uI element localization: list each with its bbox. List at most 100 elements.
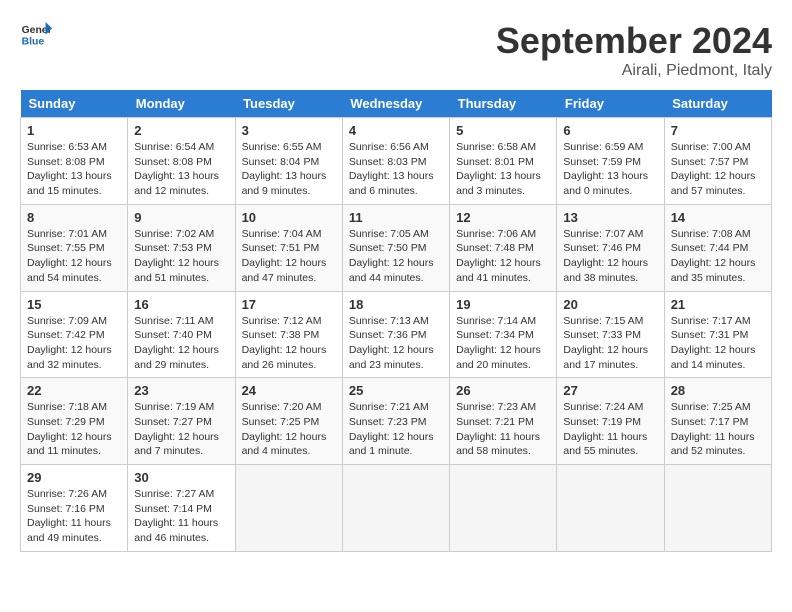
day-number: 3: [242, 123, 336, 138]
day-number: 11: [349, 210, 443, 225]
day-number: 29: [27, 470, 121, 485]
day-number: 12: [456, 210, 550, 225]
day-number: 2: [134, 123, 228, 138]
day-info: Sunrise: 7:05 AMSunset: 7:50 PMDaylight:…: [349, 227, 443, 286]
calendar-cell: 3 Sunrise: 6:55 AMSunset: 8:04 PMDayligh…: [235, 118, 342, 205]
day-info: Sunrise: 7:01 AMSunset: 7:55 PMDaylight:…: [27, 227, 121, 286]
calendar-cell: 12 Sunrise: 7:06 AMSunset: 7:48 PMDaylig…: [450, 204, 557, 291]
day-info: Sunrise: 7:11 AMSunset: 7:40 PMDaylight:…: [134, 314, 228, 373]
calendar-cell: 26 Sunrise: 7:23 AMSunset: 7:21 PMDaylig…: [450, 378, 557, 465]
logo: General Blue: [20, 20, 52, 48]
day-info: Sunrise: 7:02 AMSunset: 7:53 PMDaylight:…: [134, 227, 228, 286]
day-number: 24: [242, 383, 336, 398]
calendar-cell: [557, 465, 664, 552]
calendar-week-2: 8 Sunrise: 7:01 AMSunset: 7:55 PMDayligh…: [21, 204, 772, 291]
calendar-cell: 11 Sunrise: 7:05 AMSunset: 7:50 PMDaylig…: [342, 204, 449, 291]
day-info: Sunrise: 7:15 AMSunset: 7:33 PMDaylight:…: [563, 314, 657, 373]
day-number: 19: [456, 297, 550, 312]
day-number: 10: [242, 210, 336, 225]
day-number: 21: [671, 297, 765, 312]
day-number: 22: [27, 383, 121, 398]
calendar-cell: 9 Sunrise: 7:02 AMSunset: 7:53 PMDayligh…: [128, 204, 235, 291]
day-info: Sunrise: 7:24 AMSunset: 7:19 PMDaylight:…: [563, 400, 657, 459]
header-wednesday: Wednesday: [342, 90, 449, 118]
day-info: Sunrise: 7:18 AMSunset: 7:29 PMDaylight:…: [27, 400, 121, 459]
calendar-cell: 14 Sunrise: 7:08 AMSunset: 7:44 PMDaylig…: [664, 204, 771, 291]
day-number: 7: [671, 123, 765, 138]
logo-icon: General Blue: [20, 20, 52, 48]
header-thursday: Thursday: [450, 90, 557, 118]
day-number: 30: [134, 470, 228, 485]
month-title: September 2024: [496, 20, 772, 62]
calendar-cell: 17 Sunrise: 7:12 AMSunset: 7:38 PMDaylig…: [235, 291, 342, 378]
day-info: Sunrise: 7:17 AMSunset: 7:31 PMDaylight:…: [671, 314, 765, 373]
day-info: Sunrise: 6:55 AMSunset: 8:04 PMDaylight:…: [242, 140, 336, 199]
day-info: Sunrise: 7:20 AMSunset: 7:25 PMDaylight:…: [242, 400, 336, 459]
calendar-cell: 21 Sunrise: 7:17 AMSunset: 7:31 PMDaylig…: [664, 291, 771, 378]
location: Airali, Piedmont, Italy: [496, 62, 772, 80]
day-number: 16: [134, 297, 228, 312]
day-info: Sunrise: 7:25 AMSunset: 7:17 PMDaylight:…: [671, 400, 765, 459]
calendar-week-1: 1 Sunrise: 6:53 AMSunset: 8:08 PMDayligh…: [21, 118, 772, 205]
header-tuesday: Tuesday: [235, 90, 342, 118]
calendar-cell: [235, 465, 342, 552]
header-friday: Friday: [557, 90, 664, 118]
calendar-cell: 25 Sunrise: 7:21 AMSunset: 7:23 PMDaylig…: [342, 378, 449, 465]
day-info: Sunrise: 7:12 AMSunset: 7:38 PMDaylight:…: [242, 314, 336, 373]
day-number: 14: [671, 210, 765, 225]
day-info: Sunrise: 7:27 AMSunset: 7:14 PMDaylight:…: [134, 487, 228, 546]
calendar-cell: 16 Sunrise: 7:11 AMSunset: 7:40 PMDaylig…: [128, 291, 235, 378]
day-number: 27: [563, 383, 657, 398]
page-header: General Blue September 2024 Airali, Pied…: [20, 20, 772, 80]
title-block: September 2024 Airali, Piedmont, Italy: [496, 20, 772, 80]
day-info: Sunrise: 7:23 AMSunset: 7:21 PMDaylight:…: [456, 400, 550, 459]
calendar-cell: 23 Sunrise: 7:19 AMSunset: 7:27 PMDaylig…: [128, 378, 235, 465]
day-number: 8: [27, 210, 121, 225]
day-info: Sunrise: 7:21 AMSunset: 7:23 PMDaylight:…: [349, 400, 443, 459]
day-number: 5: [456, 123, 550, 138]
calendar-cell: 6 Sunrise: 6:59 AMSunset: 7:59 PMDayligh…: [557, 118, 664, 205]
day-number: 15: [27, 297, 121, 312]
calendar-cell: 30 Sunrise: 7:27 AMSunset: 7:14 PMDaylig…: [128, 465, 235, 552]
calendar-cell: 19 Sunrise: 7:14 AMSunset: 7:34 PMDaylig…: [450, 291, 557, 378]
day-number: 26: [456, 383, 550, 398]
day-info: Sunrise: 7:06 AMSunset: 7:48 PMDaylight:…: [456, 227, 550, 286]
calendar-cell: 13 Sunrise: 7:07 AMSunset: 7:46 PMDaylig…: [557, 204, 664, 291]
calendar-cell: 5 Sunrise: 6:58 AMSunset: 8:01 PMDayligh…: [450, 118, 557, 205]
day-number: 9: [134, 210, 228, 225]
calendar-cell: 22 Sunrise: 7:18 AMSunset: 7:29 PMDaylig…: [21, 378, 128, 465]
day-number: 17: [242, 297, 336, 312]
calendar-week-4: 22 Sunrise: 7:18 AMSunset: 7:29 PMDaylig…: [21, 378, 772, 465]
calendar-cell: 4 Sunrise: 6:56 AMSunset: 8:03 PMDayligh…: [342, 118, 449, 205]
header-saturday: Saturday: [664, 90, 771, 118]
day-number: 23: [134, 383, 228, 398]
calendar-cell: 27 Sunrise: 7:24 AMSunset: 7:19 PMDaylig…: [557, 378, 664, 465]
day-info: Sunrise: 6:53 AMSunset: 8:08 PMDaylight:…: [27, 140, 121, 199]
calendar-cell: 2 Sunrise: 6:54 AMSunset: 8:08 PMDayligh…: [128, 118, 235, 205]
day-number: 28: [671, 383, 765, 398]
calendar-cell: 28 Sunrise: 7:25 AMSunset: 7:17 PMDaylig…: [664, 378, 771, 465]
calendar-cell: [342, 465, 449, 552]
day-info: Sunrise: 7:04 AMSunset: 7:51 PMDaylight:…: [242, 227, 336, 286]
svg-text:Blue: Blue: [22, 36, 45, 47]
calendar-cell: 18 Sunrise: 7:13 AMSunset: 7:36 PMDaylig…: [342, 291, 449, 378]
day-number: 4: [349, 123, 443, 138]
day-info: Sunrise: 7:09 AMSunset: 7:42 PMDaylight:…: [27, 314, 121, 373]
day-info: Sunrise: 7:26 AMSunset: 7:16 PMDaylight:…: [27, 487, 121, 546]
calendar-cell: 10 Sunrise: 7:04 AMSunset: 7:51 PMDaylig…: [235, 204, 342, 291]
day-info: Sunrise: 7:14 AMSunset: 7:34 PMDaylight:…: [456, 314, 550, 373]
day-number: 13: [563, 210, 657, 225]
calendar-cell: 7 Sunrise: 7:00 AMSunset: 7:57 PMDayligh…: [664, 118, 771, 205]
day-number: 20: [563, 297, 657, 312]
calendar-cell: 24 Sunrise: 7:20 AMSunset: 7:25 PMDaylig…: [235, 378, 342, 465]
calendar-cell: [450, 465, 557, 552]
day-info: Sunrise: 6:58 AMSunset: 8:01 PMDaylight:…: [456, 140, 550, 199]
calendar-cell: 1 Sunrise: 6:53 AMSunset: 8:08 PMDayligh…: [21, 118, 128, 205]
day-info: Sunrise: 7:13 AMSunset: 7:36 PMDaylight:…: [349, 314, 443, 373]
calendar-week-5: 29 Sunrise: 7:26 AMSunset: 7:16 PMDaylig…: [21, 465, 772, 552]
day-info: Sunrise: 7:00 AMSunset: 7:57 PMDaylight:…: [671, 140, 765, 199]
day-info: Sunrise: 7:19 AMSunset: 7:27 PMDaylight:…: [134, 400, 228, 459]
day-number: 25: [349, 383, 443, 398]
day-number: 6: [563, 123, 657, 138]
header-row: SundayMondayTuesdayWednesdayThursdayFrid…: [21, 90, 772, 118]
